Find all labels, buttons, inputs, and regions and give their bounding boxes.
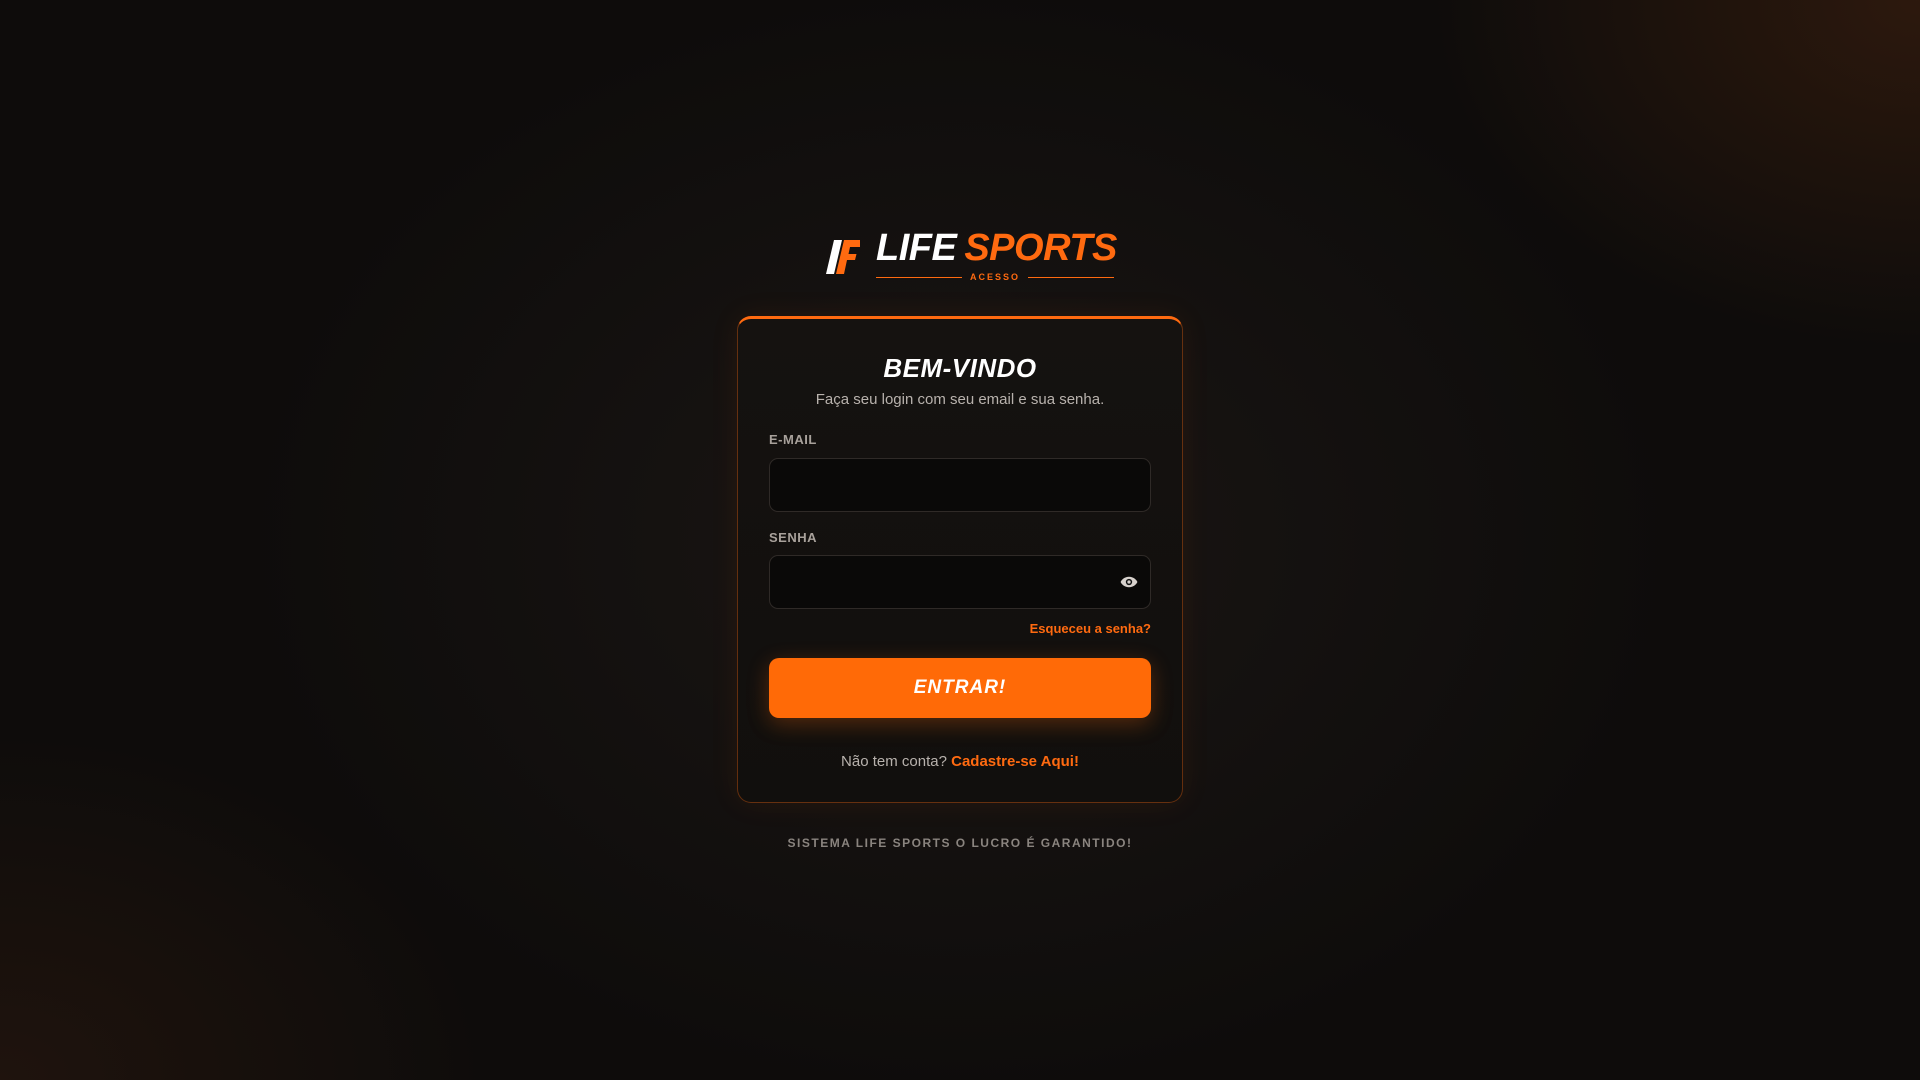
card-title: BEM-VINDO [883, 353, 1037, 383]
lf-monogram-icon [826, 240, 860, 274]
signup-row: Não tem conta? Cadastre-se Aqui! [738, 753, 1182, 770]
footer-tagline: SISTEMA LIFE SPORTS O LUCRO É GARANTIDO! [787, 836, 1133, 850]
password-label: SENHA [769, 530, 818, 545]
email-label: E-MAIL [769, 432, 817, 447]
signup-prompt: Não tem conta? [841, 753, 947, 770]
login-card: BEM-VINDO Faça seu login com seu email e… [737, 316, 1183, 803]
email-input[interactable] [769, 458, 1151, 512]
brand-subtitle: ACESSO [970, 272, 1021, 282]
brand-name: LIFE SPORTS [876, 226, 1117, 270]
divider-right [1028, 276, 1115, 278]
login-submit-button[interactable]: ENTRAR! [769, 658, 1151, 718]
brand-name-orange: SPORTS [964, 227, 1117, 269]
toggle-password-visibility-button[interactable] [1118, 571, 1140, 593]
brand-subtitle-row: ACESSO [876, 270, 1115, 284]
brand-logo: LIFE SPORTS ACESSO [816, 226, 1117, 286]
brand-name-white: LIFE [876, 227, 957, 269]
signup-link[interactable]: Cadastre-se Aqui! [951, 753, 1079, 770]
password-input[interactable] [769, 555, 1151, 609]
eye-icon [1120, 576, 1138, 588]
card-subtitle: Faça seu login com seu email e sua senha… [815, 391, 1105, 408]
divider-left [876, 276, 962, 278]
forgot-password-link[interactable]: Esqueceu a senha? [1030, 621, 1151, 636]
